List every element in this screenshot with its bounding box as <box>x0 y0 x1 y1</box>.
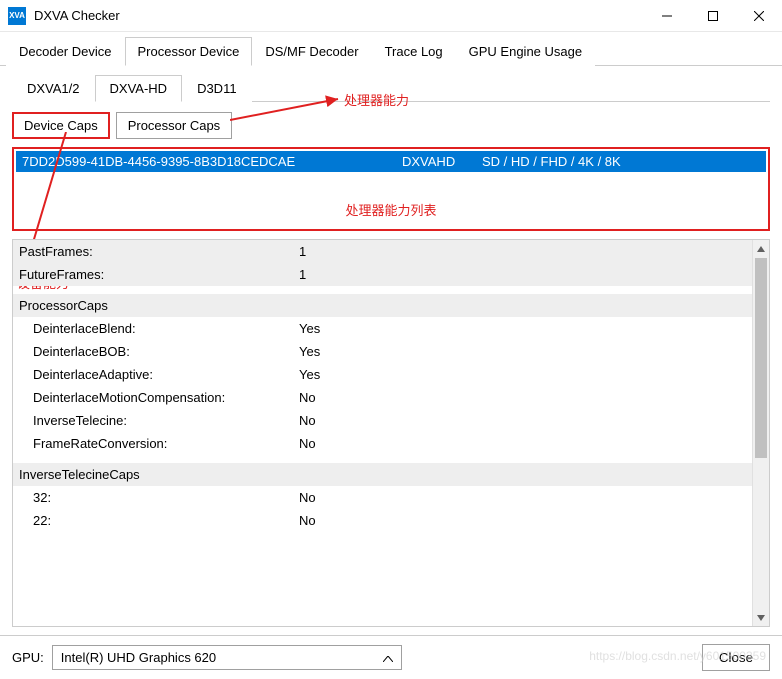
annotation-list-caption: 处理器能力列表 <box>16 200 766 219</box>
grid-key: PastFrames: <box>19 244 299 259</box>
tab-decoder-device[interactable]: Decoder Device <box>6 37 125 66</box>
grid-key: InverseTelecine: <box>19 413 299 428</box>
content-area: DXVA1/2 DXVA-HD D3D11 Device Caps Proces… <box>0 66 782 627</box>
grid-row <box>13 455 769 463</box>
grid-key: FutureFrames: <box>19 267 299 282</box>
grid-value: Yes <box>299 321 763 336</box>
grid-key: ProcessorCaps <box>19 298 299 313</box>
grid-key: DeinterlaceBOB: <box>19 344 299 359</box>
processor-list-box: 7DD2D599-41DB-4456-9395-8B3D18CEDCAE DXV… <box>12 147 770 231</box>
grid-row: DeinterlaceBlend:Yes <box>13 317 769 340</box>
grid-value: Yes <box>299 367 763 382</box>
grid-value: 1 <box>299 267 763 282</box>
processor-caps-button[interactable]: Processor Caps <box>116 112 232 139</box>
gpu-selected-value: Intel(R) UHD Graphics 620 <box>61 650 216 665</box>
grid-row: InverseTelecine:No <box>13 409 769 432</box>
scroll-up-icon[interactable] <box>753 240 769 257</box>
app-icon: XVA <box>8 7 26 25</box>
grid-value: No <box>299 436 763 451</box>
row-guid: 7DD2D599-41DB-4456-9395-8B3D18CEDCAE <box>22 154 402 169</box>
close-window-button[interactable] <box>736 0 782 32</box>
gpu-select[interactable]: Intel(R) UHD Graphics 620 <box>52 645 402 670</box>
grid-row: DeinterlaceBOB:Yes <box>13 340 769 363</box>
main-tabs: Decoder Device Processor Device DS/MF De… <box>0 32 782 66</box>
grid-key: 32: <box>19 490 299 505</box>
minimize-button[interactable] <box>644 0 690 32</box>
processor-list-row[interactable]: 7DD2D599-41DB-4456-9395-8B3D18CEDCAE DXV… <box>16 151 766 172</box>
scroll-down-icon[interactable] <box>753 609 769 626</box>
device-caps-button[interactable]: Device Caps <box>12 112 110 139</box>
grid-value: No <box>299 490 763 505</box>
grid-value: No <box>299 413 763 428</box>
grid-key: DeinterlaceBlend: <box>19 321 299 336</box>
grid-key: 22: <box>19 513 299 528</box>
grid-row: DeinterlaceAdaptive:Yes <box>13 363 769 386</box>
app-title: DXVA Checker <box>34 8 644 23</box>
grid-row: FrameRateConversion:No <box>13 432 769 455</box>
tab-dsmf-decoder[interactable]: DS/MF Decoder <box>252 37 371 66</box>
tab-processor-device[interactable]: Processor Device <box>125 37 253 66</box>
grid-key: DeinterlaceAdaptive: <box>19 367 299 382</box>
grid-row: DeinterlaceMotionCompensation:No <box>13 386 769 409</box>
maximize-button[interactable] <box>690 0 736 32</box>
window-controls <box>644 0 782 32</box>
grid-value: No <box>299 513 763 528</box>
grid-row: ProcessorCaps <box>13 294 769 317</box>
subtab-d3d11[interactable]: D3D11 <box>182 75 252 102</box>
grid-row <box>13 286 769 294</box>
titlebar: XVA DXVA Checker <box>0 0 782 32</box>
scroll-thumb[interactable] <box>755 258 767 458</box>
grid-value <box>299 467 763 482</box>
subtab-dxva12[interactable]: DXVA1/2 <box>12 75 95 102</box>
details-grid: PastFrames:1FutureFrames:1ProcessorCapsD… <box>12 239 770 627</box>
close-button[interactable]: Close <box>702 644 770 671</box>
grid-key: InverseTelecineCaps <box>19 467 299 482</box>
subtab-dxvahd[interactable]: DXVA-HD <box>95 75 183 102</box>
caps-buttons-row: Device Caps Processor Caps <box>12 112 770 139</box>
row-api: DXVAHD <box>402 154 482 169</box>
chevron-up-icon <box>383 650 393 665</box>
row-resolutions: SD / HD / FHD / 4K / 8K <box>482 154 760 169</box>
grid-value: Yes <box>299 344 763 359</box>
grid-body: PastFrames:1FutureFrames:1ProcessorCapsD… <box>13 240 769 626</box>
gpu-label: GPU: <box>12 650 44 665</box>
grid-value: No <box>299 390 763 405</box>
scrollbar[interactable] <box>752 240 769 626</box>
grid-row: InverseTelecineCaps <box>13 463 769 486</box>
grid-value: 1 <box>299 244 763 259</box>
footer: GPU: Intel(R) UHD Graphics 620 Close <box>0 635 782 679</box>
tab-trace-log[interactable]: Trace Log <box>372 37 456 66</box>
grid-key: FrameRateConversion: <box>19 436 299 451</box>
sub-tabs: DXVA1/2 DXVA-HD D3D11 <box>12 74 770 102</box>
grid-row: 22:No <box>13 509 769 532</box>
grid-value <box>299 298 763 313</box>
grid-row: PastFrames:1 <box>13 240 769 263</box>
grid-row: FutureFrames:1 <box>13 263 769 286</box>
grid-row: 32:No <box>13 486 769 509</box>
grid-key: DeinterlaceMotionCompensation: <box>19 390 299 405</box>
tab-gpu-engine[interactable]: GPU Engine Usage <box>456 37 595 66</box>
